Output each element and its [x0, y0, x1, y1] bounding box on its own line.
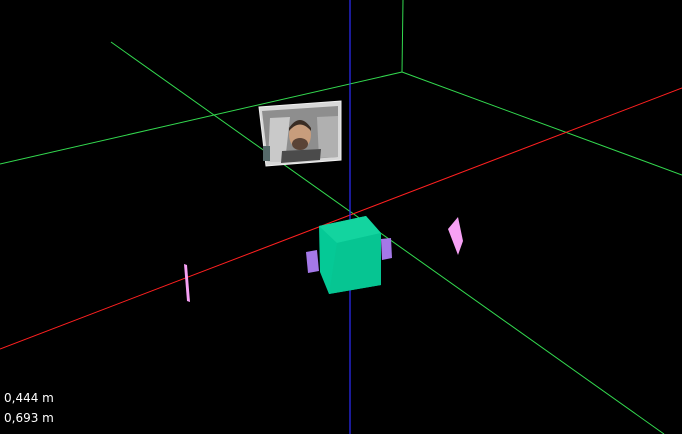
grid-line-vertical-back	[401, 0, 404, 73]
marker-right	[448, 217, 463, 255]
marker-left	[184, 264, 190, 302]
scene-canvas[interactable]	[0, 0, 682, 434]
right-wheel	[381, 238, 392, 260]
grid-line-horizon	[0, 71, 403, 165]
distance-readout-1: 0,444 m	[4, 391, 54, 405]
camera-feed-panel[interactable]	[258, 100, 342, 167]
3d-viewport[interactable]: 0,444 m 0,693 m	[0, 0, 682, 434]
grid-line-right	[401, 71, 682, 176]
left-wheel	[306, 250, 319, 273]
grid-line-left-diagonal	[110, 41, 665, 434]
distance-readout-2: 0,693 m	[4, 411, 54, 425]
